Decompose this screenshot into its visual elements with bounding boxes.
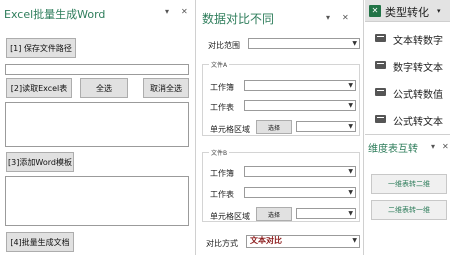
menu-item-label: 文本转数字 xyxy=(393,36,443,47)
file-a-sheet-label: 工作表 xyxy=(210,103,234,112)
chevron-down-icon: ▼ xyxy=(348,210,353,217)
chevron-down-icon: ▼ xyxy=(348,102,353,109)
two-to-one-dim-button[interactable]: 二维表转一维 xyxy=(371,200,447,220)
file-a-group-label: 文件A xyxy=(209,60,230,69)
chevron-down-icon[interactable]: ▾ xyxy=(165,8,169,16)
chevron-down-icon: ▼ xyxy=(352,237,357,244)
close-icon[interactable]: ✕ xyxy=(342,14,349,22)
add-word-template-button[interactable]: [3]添加Word模板 xyxy=(6,152,74,172)
menu-item-formula-to-text[interactable]: 公式转文本 xyxy=(365,110,450,128)
file-a-range-label: 单元格区域 xyxy=(210,125,250,134)
file-b-group-label: 文件B xyxy=(209,148,230,157)
chevron-down-icon[interactable]: ▾ xyxy=(437,7,441,15)
chevron-down-icon: ▼ xyxy=(348,82,353,89)
excel-fields-list[interactable] xyxy=(5,102,189,147)
file-b-range-select[interactable]: ▼ xyxy=(296,208,356,219)
chevron-down-icon[interactable]: ▾ xyxy=(326,14,330,22)
menu-item-text-to-number[interactable]: 文本转数字 xyxy=(365,29,450,47)
file-b-sheet-label: 工作表 xyxy=(210,190,234,199)
file-a-sheet-select[interactable]: ▼ xyxy=(244,100,356,111)
pane-excel-to-word: Excel批量生成Word ▾ ✕ [1] 保存文件路径 [2]读取Excel表… xyxy=(0,0,196,255)
file-b-workbook-select[interactable]: ▼ xyxy=(244,166,356,177)
pane-title: 数据对比不同 xyxy=(202,12,275,26)
convert-icon xyxy=(375,115,386,123)
convert-icon xyxy=(375,34,386,42)
chevron-down-icon[interactable]: ▾ xyxy=(431,143,435,151)
file-b-range-label: 单元格区域 xyxy=(210,212,250,221)
template-list[interactable] xyxy=(5,176,189,226)
chevron-down-icon: ▼ xyxy=(348,123,353,130)
convert-icon xyxy=(375,88,386,96)
chevron-down-icon: ▼ xyxy=(352,40,357,47)
file-b-workbook-label: 工作簿 xyxy=(210,169,234,178)
compare-mode-value: 文本对比 xyxy=(250,236,282,245)
close-x-icon[interactable]: ✕ xyxy=(369,5,381,17)
read-excel-button[interactable]: [2]读取Excel表 xyxy=(6,78,72,98)
file-b-select-button[interactable]: 选择 xyxy=(256,207,292,221)
deselect-all-button[interactable]: 取消全选 xyxy=(143,78,189,98)
file-a-range-select[interactable]: ▼ xyxy=(296,121,356,132)
compare-range-select[interactable]: ▼ xyxy=(248,38,360,49)
file-a-select-button[interactable]: 选择 xyxy=(256,120,292,134)
menu-item-label: 数字转文本 xyxy=(393,63,443,74)
chevron-down-icon: ▼ xyxy=(348,168,353,175)
file-a-workbook-label: 工作簿 xyxy=(210,83,234,92)
pane-type-convert: ✕ 类型转化 ▾ 文本转数字 数字转文本 公式转数值 公式转文本 xyxy=(365,0,450,133)
menu-item-label: 公式转文本 xyxy=(393,117,443,128)
menu-item-formula-to-value[interactable]: 公式转数值 xyxy=(365,83,450,101)
chevron-down-icon: ▼ xyxy=(348,189,353,196)
compare-range-label: 对比范围 xyxy=(208,41,240,50)
close-icon[interactable]: ✕ xyxy=(442,143,449,151)
convert-icon xyxy=(375,61,386,69)
save-path-button[interactable]: [1] 保存文件路径 xyxy=(6,38,76,58)
pane-dimension-convert: 维度表互转 ▾ ✕ 一维表转二维 二维表转一维 xyxy=(365,134,450,255)
compare-mode-select[interactable]: 文本对比 ▼ xyxy=(246,235,360,248)
save-path-field[interactable] xyxy=(5,64,189,75)
close-icon[interactable]: ✕ xyxy=(181,8,188,16)
batch-generate-button[interactable]: [4]批量生成文档 xyxy=(6,232,74,252)
menu-item-number-to-text[interactable]: 数字转文本 xyxy=(365,56,450,74)
file-a-workbook-select[interactable]: ▼ xyxy=(244,80,356,91)
menu-item-label: 公式转数值 xyxy=(393,90,443,101)
pane-title: Excel批量生成Word xyxy=(4,8,106,21)
pane-data-compare: 数据对比不同 ▾ ✕ 对比范围 ▼ 文件A 工作簿 ▼ 工作表 ▼ 单元格区域 … xyxy=(196,0,364,255)
one-to-two-dim-button[interactable]: 一维表转二维 xyxy=(371,174,447,194)
file-b-sheet-select[interactable]: ▼ xyxy=(244,187,356,198)
pane-title: 维度表互转 xyxy=(368,144,418,155)
select-all-button[interactable]: 全选 xyxy=(80,78,128,98)
compare-mode-label: 对比方式 xyxy=(206,239,238,248)
type-convert-title: 类型转化 xyxy=(385,6,429,19)
